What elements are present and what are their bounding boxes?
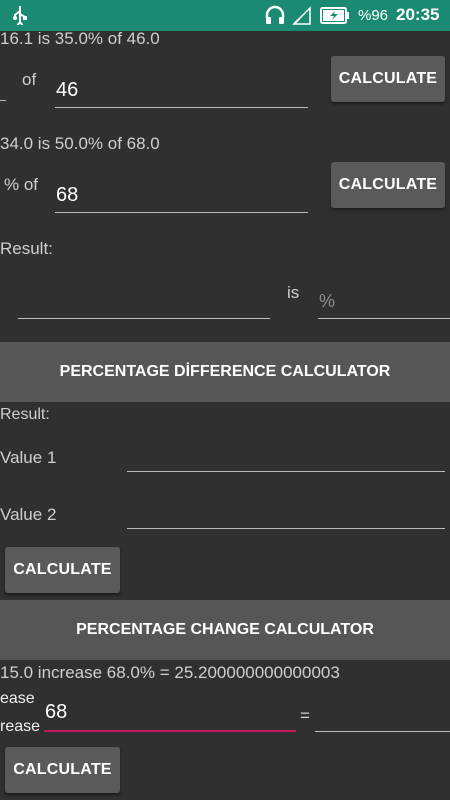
clock: 20:35 [396,5,440,24]
battery-percent: %96 [358,7,389,24]
usb-icon [12,5,28,30]
change-type-label-bottom: rease [0,718,41,735]
value-input-b[interactable]: 68 [55,179,308,213]
calculate-button-a[interactable]: CALCULATE [331,56,445,102]
calculate-button-b[interactable]: CALCULATE [331,162,445,208]
dash-mark [0,100,6,101]
percent-input-placeholder: % [319,291,336,311]
result-text-a: 16.1 is 35.0% of 46.0 [0,29,160,48]
change-type-label-top: ease [0,690,35,707]
value2-label: Value 2 [0,505,57,524]
value-input-a-text: 46 [56,79,79,101]
change-value-input-text: 68 [45,701,68,723]
equals-label: = [300,706,310,725]
percent-input[interactable]: % [318,284,450,319]
number-input[interactable] [18,284,270,319]
result-text-b: 34.0 is 50.0% of 68.0 [0,134,160,153]
headset-icon [264,5,286,32]
percent-of-label: % of [4,175,39,194]
value1-label: Value 1 [0,448,57,467]
of-label: of [22,70,37,89]
is-label: is [287,283,300,302]
value-input-a[interactable]: 46 [55,74,308,108]
difference-calculate-button[interactable]: CALCULATE [5,547,120,593]
change-result-input[interactable] [315,697,450,732]
change-section-header: PERCENTAGE CHANGE CALCULATOR [0,600,450,660]
change-result-text: 15.0 increase 68.0% = 25.200000000000003 [0,663,340,682]
battery-charging-icon [320,7,350,29]
difference-section-header: PERCENTAGE DİFFERENCE CALCULATOR [0,342,450,402]
value-input-b-text: 68 [56,184,79,206]
status-bar: %96 20:35 [0,0,450,31]
value1-input[interactable] [127,437,445,472]
result-label: Result: [0,239,53,258]
difference-result-label: Result: [0,406,50,423]
change-value-input[interactable]: 68 [44,697,296,732]
signal-icon [292,6,312,31]
change-calculate-button[interactable]: CALCULATE [5,747,120,793]
value2-input[interactable] [127,494,445,529]
